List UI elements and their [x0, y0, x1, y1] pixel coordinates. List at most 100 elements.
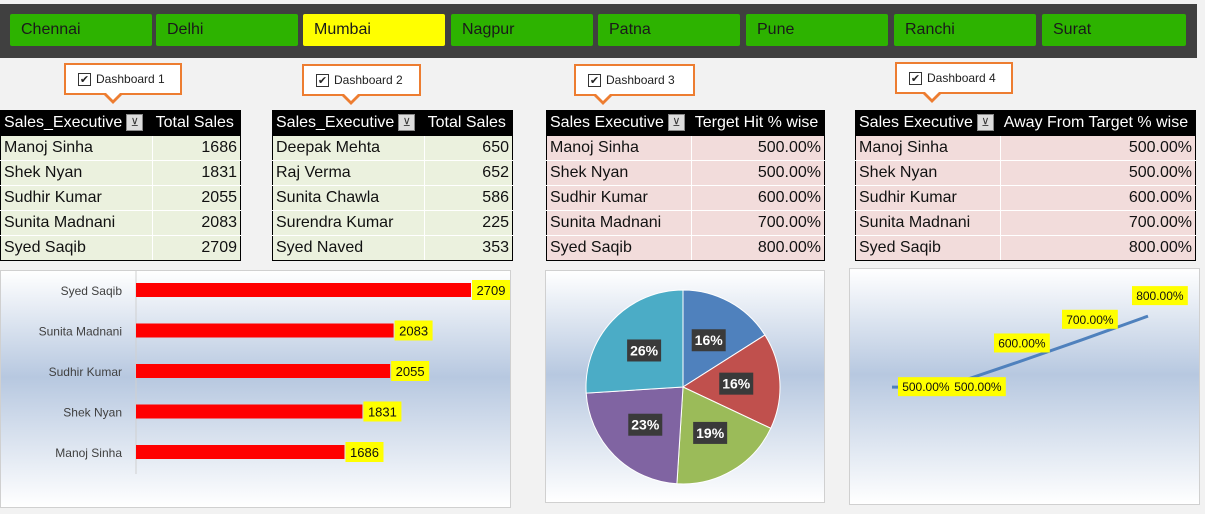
column-header: Sales_Executive ⊻ [0, 110, 153, 136]
cell-name[interactable]: Sunita Madnani [855, 210, 1001, 236]
cell-value[interactable]: 600.00% [1000, 185, 1197, 211]
dashboard-4-callout: ✔ Dashboard 4 [895, 62, 1013, 103]
table-row[interactable]: Shek Nyan 500.00% [546, 160, 826, 186]
table-row[interactable]: Deepak Mehta 650 [272, 135, 514, 161]
filter-icon[interactable]: ⊻ [667, 114, 685, 132]
callout-pointer [341, 93, 361, 105]
cell-value[interactable]: 500.00% [1000, 135, 1197, 161]
column-header: Sales_Executive ⊻ [272, 110, 425, 136]
city-button-patna[interactable]: Patna [598, 14, 740, 46]
cell-name[interactable]: Syed Saqib [0, 235, 153, 261]
cell-name[interactable]: Sudhir Kumar [0, 185, 153, 211]
dashboard-3-checkbox[interactable]: ✔ [588, 73, 601, 87]
pie-chart-panel[interactable]: 16% 16% 19% 23% 26% [545, 270, 825, 503]
column-header: Sales Executive ⊻ [546, 110, 692, 136]
bar-chart-panel[interactable]: Syed Saqib 2709 Sunita Madnani 2083 Sudhir K… [0, 270, 511, 508]
cell-name[interactable]: Sunita Madnani [546, 210, 692, 236]
bar-data-label: 1831 [368, 405, 397, 420]
cell-name[interactable]: Sudhir Kumar [855, 185, 1001, 211]
cell-value[interactable]: 700.00% [691, 210, 826, 236]
cell-name[interactable]: Deepak Mehta [272, 135, 425, 161]
callout-pointer [922, 91, 942, 103]
cell-value[interactable]: 652 [424, 160, 514, 186]
column-header: Terget Hit % wise [690, 110, 826, 136]
cell-name[interactable]: Raj Verma [272, 160, 425, 186]
column-header: Total Sales [423, 110, 514, 136]
bar [136, 445, 345, 459]
cell-name[interactable]: Shek Nyan [0, 160, 153, 186]
table-row[interactable]: Sunita Madnani 700.00% [546, 210, 826, 236]
table-row[interactable]: Sudhir Kumar 600.00% [546, 185, 826, 211]
cell-name[interactable]: Shek Nyan [546, 160, 692, 186]
filter-icon[interactable]: ⊻ [126, 114, 144, 132]
dashboard-4-checkbox[interactable]: ✔ [909, 71, 922, 85]
cell-name[interactable]: Manoj Sinha [546, 135, 692, 161]
column-header-label: Total Sales [155, 114, 234, 131]
dashboard-2-checkbox[interactable]: ✔ [316, 73, 329, 87]
cell-name[interactable]: Manoj Sinha [855, 135, 1001, 161]
dashboard-1-label: Dashboard 1 [96, 72, 165, 86]
table-row[interactable]: Shek Nyan 1831 [0, 160, 242, 186]
table-row[interactable]: Manoj Sinha 500.00% [546, 135, 826, 161]
cell-name[interactable]: Sunita Chawla [272, 185, 425, 211]
bar-data-label: 1686 [350, 445, 379, 460]
table-row[interactable]: Syed Saqib 2709 [0, 235, 242, 261]
cell-value[interactable]: 500.00% [691, 135, 826, 161]
city-button-ranchi[interactable]: Ranchi [894, 14, 1036, 46]
table-row[interactable]: Shek Nyan 500.00% [855, 160, 1197, 186]
table-row[interactable]: Syed Naved 353 [272, 235, 514, 261]
cell-name[interactable]: Shek Nyan [855, 160, 1001, 186]
cell-value[interactable]: 650 [424, 135, 514, 161]
city-button-delhi[interactable]: Delhi [156, 14, 298, 46]
column-header: Total Sales [151, 110, 242, 136]
table-row[interactable]: Sunita Chawla 586 [272, 185, 514, 211]
cell-value[interactable]: 700.00% [1000, 210, 1197, 236]
cell-value[interactable]: 800.00% [1000, 235, 1197, 261]
pie-data-label: 23% [631, 417, 660, 433]
cell-value[interactable]: 586 [424, 185, 514, 211]
bar-chart: Syed Saqib 2709 Sunita Madnani 2083 Sudhir K… [39, 271, 510, 474]
bar-category-label: Sudhir Kumar [49, 365, 122, 379]
cell-name[interactable]: Sudhir Kumar [546, 185, 692, 211]
table-row[interactable]: Surendra Kumar 225 [272, 210, 514, 236]
cell-name[interactable]: Sunita Madnani [0, 210, 153, 236]
cell-name[interactable]: Manoj Sinha [0, 135, 153, 161]
cell-value[interactable]: 353 [424, 235, 514, 261]
table-row[interactable]: Syed Saqib 800.00% [855, 235, 1197, 261]
city-button-pune[interactable]: Pune [746, 14, 888, 46]
table-row[interactable]: Syed Saqib 800.00% [546, 235, 826, 261]
cell-value[interactable]: 2055 [152, 185, 242, 211]
table-row[interactable]: Manoj Sinha 1686 [0, 135, 242, 161]
cell-value[interactable]: 225 [424, 210, 514, 236]
city-button-surat[interactable]: Surat [1042, 14, 1186, 46]
dashboard-1-checkbox[interactable]: ✔ [78, 72, 91, 86]
bar [136, 404, 363, 419]
table-row[interactable]: Raj Verma 652 [272, 160, 514, 186]
table-row[interactable]: Manoj Sinha 500.00% [855, 135, 1197, 161]
line-chart-panel[interactable]: 500.00% 500.00% 600.00% 700.00% 800.00% [849, 268, 1200, 505]
city-button-nagpur[interactable]: Nagpur [451, 14, 593, 46]
cell-value[interactable]: 600.00% [691, 185, 826, 211]
table-row[interactable]: Sudhir Kumar 2055 [0, 185, 242, 211]
cell-value[interactable]: 500.00% [691, 160, 826, 186]
cell-name[interactable]: Surendra Kumar [272, 210, 425, 236]
cell-value[interactable]: 500.00% [1000, 160, 1197, 186]
cell-name[interactable]: Syed Naved [272, 235, 425, 261]
table-row[interactable]: Sunita Madnani 2083 [0, 210, 242, 236]
cell-value[interactable]: 1686 [152, 135, 242, 161]
pie-chart: 16% 16% 19% 23% 26% [585, 289, 781, 485]
filter-icon[interactable]: ⊻ [976, 114, 994, 132]
table-row[interactable]: Sudhir Kumar 600.00% [855, 185, 1197, 211]
line-data-label: 700.00% [1066, 313, 1114, 327]
bar-category-label: Manoj Sinha [55, 446, 122, 460]
cell-value[interactable]: 800.00% [691, 235, 826, 261]
cell-value[interactable]: 2083 [152, 210, 242, 236]
table-row[interactable]: Sunita Madnani 700.00% [855, 210, 1197, 236]
cell-value[interactable]: 1831 [152, 160, 242, 186]
filter-icon[interactable]: ⊻ [398, 114, 416, 132]
cell-name[interactable]: Syed Saqib [855, 235, 1001, 261]
city-button-mumbai[interactable]: Mumbai [303, 14, 445, 46]
cell-name[interactable]: Syed Saqib [546, 235, 692, 261]
city-button-chennai[interactable]: Chennai [10, 14, 152, 46]
cell-value[interactable]: 2709 [152, 235, 242, 261]
